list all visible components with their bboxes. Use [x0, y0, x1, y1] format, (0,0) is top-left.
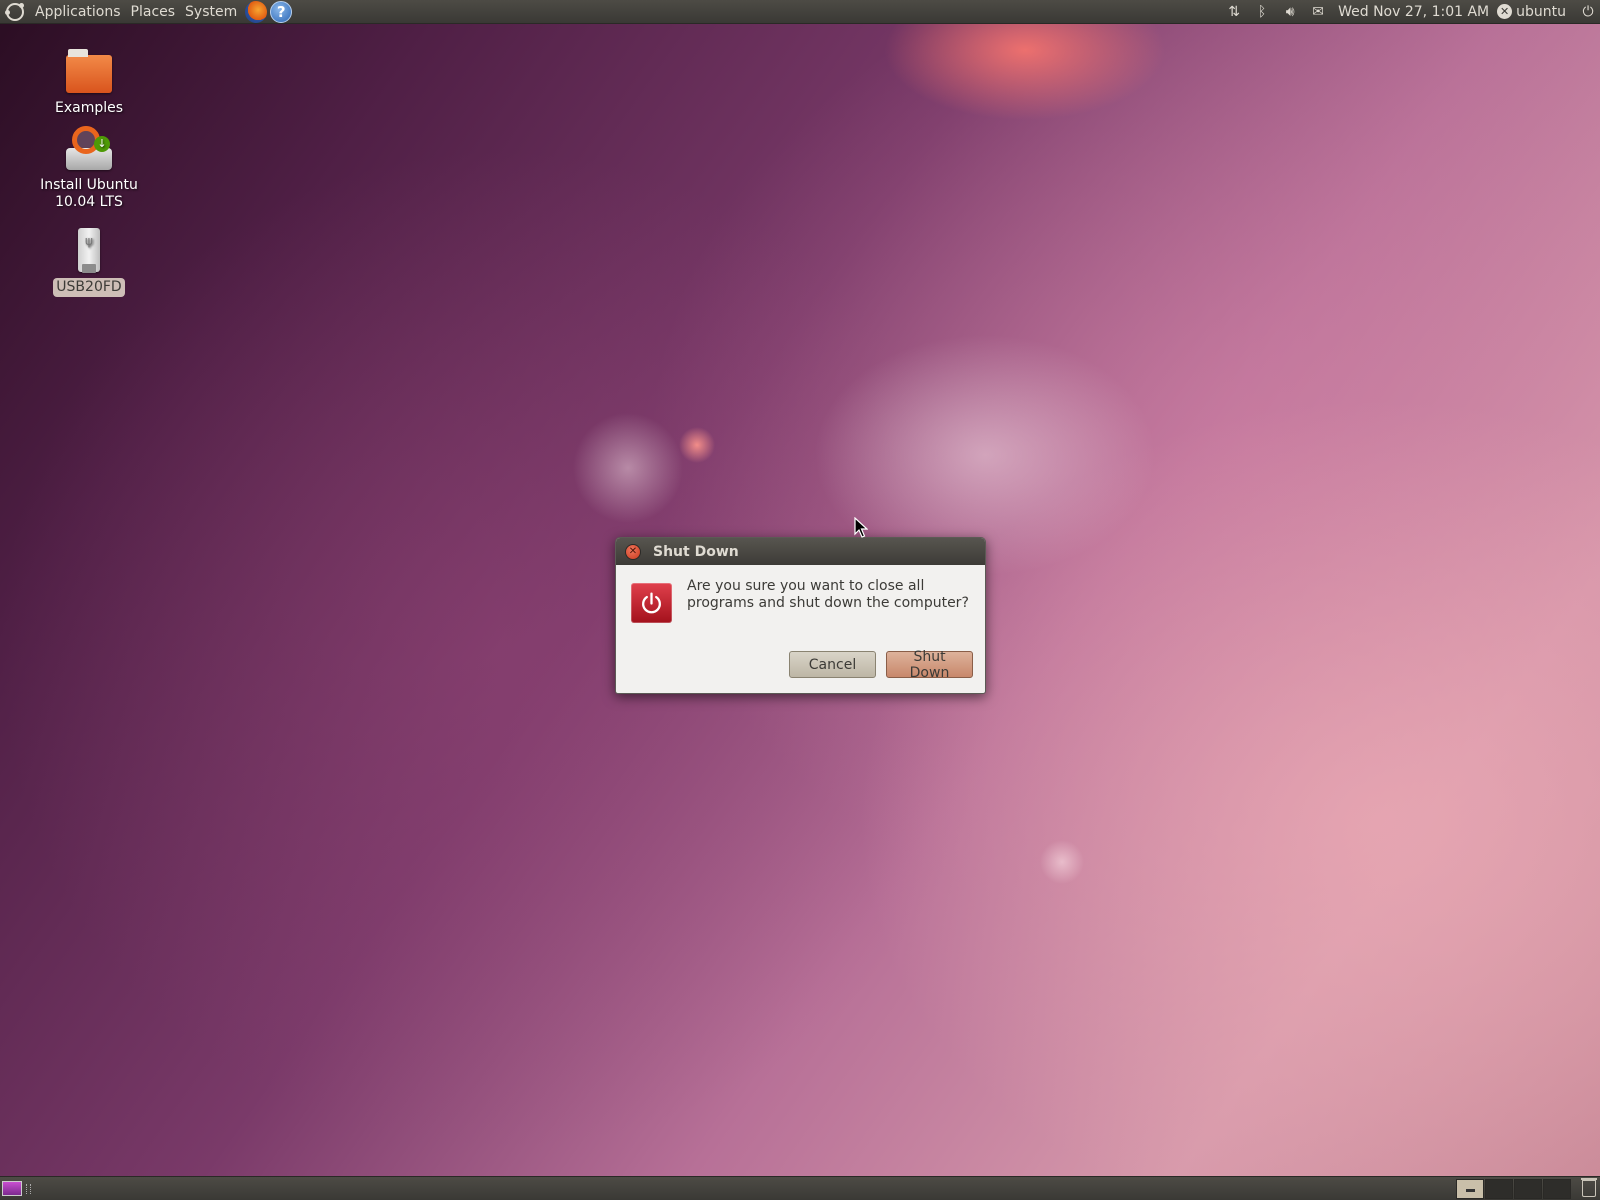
bottom-panel — [0, 1176, 1600, 1200]
network-icon[interactable]: ⇅ — [1223, 4, 1245, 20]
power-badge-icon — [631, 583, 672, 623]
dialog-body: Are you sure you want to close all progr… — [616, 565, 985, 693]
dialog-titlebar[interactable]: ✕ Shut Down — [616, 538, 985, 565]
menu-system[interactable]: System — [180, 0, 242, 24]
folder-icon — [66, 49, 112, 93]
menu-places[interactable]: Places — [126, 0, 181, 24]
menu-applications[interactable]: Applications — [30, 0, 126, 24]
workspace-3[interactable] — [1514, 1179, 1542, 1199]
panel-right: ⇅ ᛒ 🔊︎ ✉ Wed Nov 27, 1:01 AM ✕ ubuntu ⏻ — [1220, 0, 1600, 24]
cancel-button[interactable]: Cancel — [789, 651, 876, 678]
desktop-icon-usb20fd[interactable]: ψ USB20FD — [19, 228, 159, 297]
top-panel: Applications Places System ? ⇅ ᛒ 🔊︎ ✉ We… — [0, 0, 1600, 24]
workspace-1[interactable] — [1456, 1179, 1484, 1199]
dialog-message: Are you sure you want to close all progr… — [687, 578, 969, 611]
installer-icon: ↓ — [66, 126, 112, 170]
workspace-2[interactable] — [1485, 1179, 1513, 1199]
ubuntu-logo-icon[interactable] — [5, 2, 24, 21]
shutdown-dialog: ✕ Shut Down Are you sure you want to clo… — [615, 537, 986, 694]
desktop-icon-examples[interactable]: Examples — [19, 49, 159, 118]
show-desktop-icon[interactable] — [2, 1181, 22, 1196]
help-icon[interactable]: ? — [270, 0, 293, 23]
workspace-4[interactable] — [1543, 1179, 1571, 1199]
desktop-icon-label: USB20FD — [53, 278, 125, 297]
bluetooth-icon[interactable]: ᛒ — [1251, 4, 1273, 20]
panel-left: Applications Places System ? — [0, 0, 293, 24]
user-menu[interactable]: ubuntu — [1516, 4, 1566, 20]
volume-icon[interactable]: 🔊︎ — [1279, 4, 1301, 20]
dialog-title: Shut Down — [653, 543, 739, 560]
shut-down-button[interactable]: Shut Down — [886, 649, 973, 681]
usb-drive-icon: ψ — [78, 228, 100, 273]
desktop-icon-label: Examples — [54, 100, 124, 116]
panel-handle[interactable] — [26, 1184, 31, 1194]
clock[interactable]: Wed Nov 27, 1:01 AM — [1338, 4, 1489, 20]
mail-icon[interactable]: ✉ — [1307, 4, 1329, 20]
trash-icon[interactable] — [1581, 1178, 1597, 1197]
firefox-icon[interactable] — [245, 0, 268, 23]
close-icon[interactable]: ✕ — [625, 543, 641, 560]
mouse-cursor-icon — [854, 517, 868, 538]
desktop-icon-install-ubuntu[interactable]: ↓ Install Ubuntu 10.04 LTS — [19, 126, 159, 212]
desktop-icon-label: Install Ubuntu 10.04 LTS — [40, 177, 138, 210]
user-status-icon[interactable]: ✕ — [1497, 4, 1513, 19]
power-icon[interactable]: ⏻ — [1580, 4, 1596, 20]
